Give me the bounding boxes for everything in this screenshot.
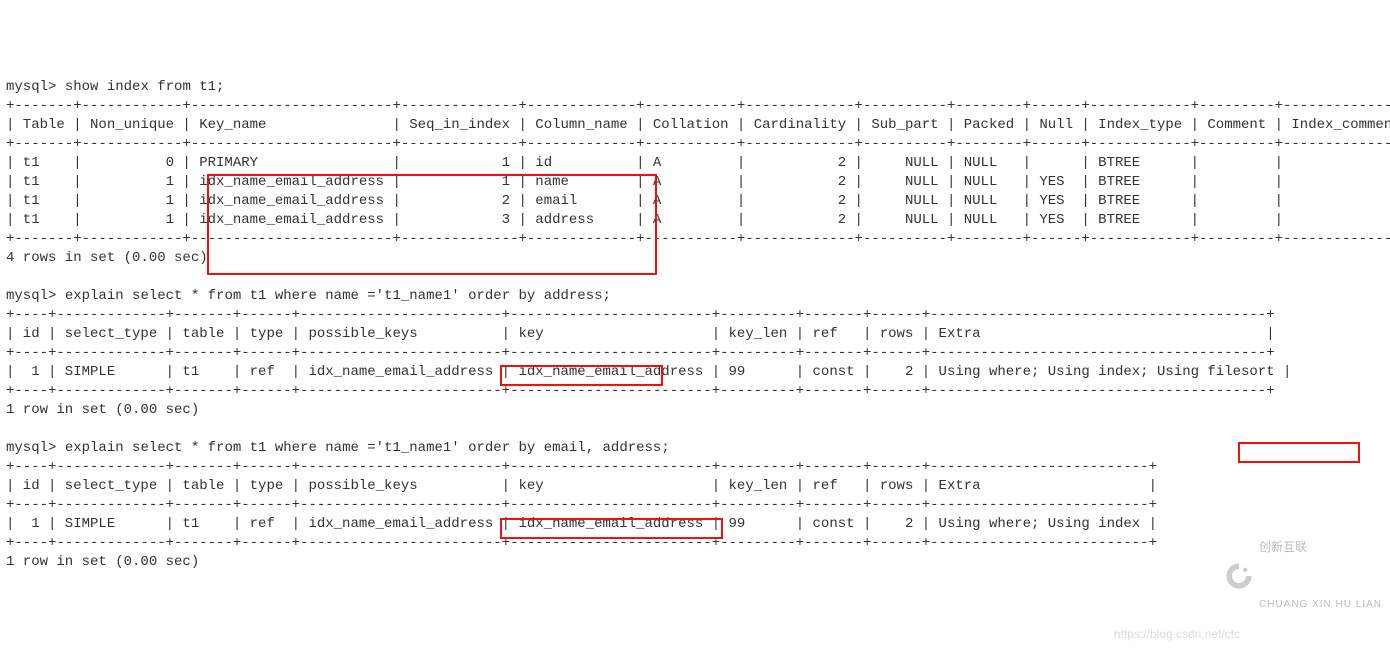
sql-query-show-index: show index from t1; [65,79,225,95]
sql-query2-main: explain select * from t1 where name ='t1… [65,288,468,304]
mysql-prompt: mysql> [6,79,56,95]
result3: 1 row in set (0.00 sec) [6,554,199,570]
watermark-brand-text: 创新互联 [1259,538,1382,557]
table1-row2: | t1 | 1 | idx_name_email_address | 1 | … [6,174,1390,190]
table1-row1: | t1 | 0 | PRIMARY | 1 | id | A | 2 | NU… [6,155,1390,171]
table2-border-bottom: +----+-------------+-------+------+-----… [6,383,1275,399]
table1-header: | Table | Non_unique | Key_name | Seq_in… [6,117,1390,133]
table1-border-bottom: +-------+------------+------------------… [6,231,1390,247]
highlight-using-filesort [1238,442,1360,463]
table2-border-top: +----+-------------+-------+------+-----… [6,307,1275,323]
mysql-prompt: mysql> [6,288,56,304]
result1: 4 rows in set (0.00 sec) [6,250,208,266]
brand-logo-icon [1225,562,1253,590]
sql-query2-orderby: order by address; [468,288,611,304]
table3-border-bottom: +----+-------------+-------+------+-----… [6,535,1157,551]
table1-border-mid: +-------+------------+------------------… [6,136,1390,152]
sql-query3-orderby: order by email, address; [468,440,670,456]
watermark-url: https://blog.csdn.net/ctc [1114,625,1240,644]
table1-row4: | t1 | 1 | idx_name_email_address | 3 | … [6,212,1390,228]
table3-border-mid: +----+-------------+-------+------+-----… [6,497,1157,513]
table2-row1-part1: | 1 | SIMPLE | t1 | ref | idx_name_email… [6,364,1157,380]
table2-row1-filesort: Using filesort [1157,364,1275,380]
watermark-brand-sub: CHUANG XIN HU LIAN [1259,595,1382,614]
table3-header: | id | select_type | table | type | poss… [6,478,1157,494]
table2-header: | id | select_type | table | type | poss… [6,326,1275,342]
table2-row1-part3: | [1275,364,1292,380]
table1-row3: | t1 | 1 | idx_name_email_address | 2 | … [6,193,1390,209]
sql-query3-main: explain select * from t1 where name ='t1… [65,440,468,456]
table3-border-top: +----+-------------+-------+------+-----… [6,459,1157,475]
result2: 1 row in set (0.00 sec) [6,402,199,418]
table3-row1: | 1 | SIMPLE | t1 | ref | idx_name_email… [6,516,1157,532]
table1-border-top: +-------+------------+------------------… [6,98,1390,114]
watermark-brand: 创新互联 CHUANG XIN HU LIAN [1225,500,1382,652]
mysql-prompt: mysql> [6,440,56,456]
table2-border-mid: +----+-------------+-------+------+-----… [6,345,1275,361]
